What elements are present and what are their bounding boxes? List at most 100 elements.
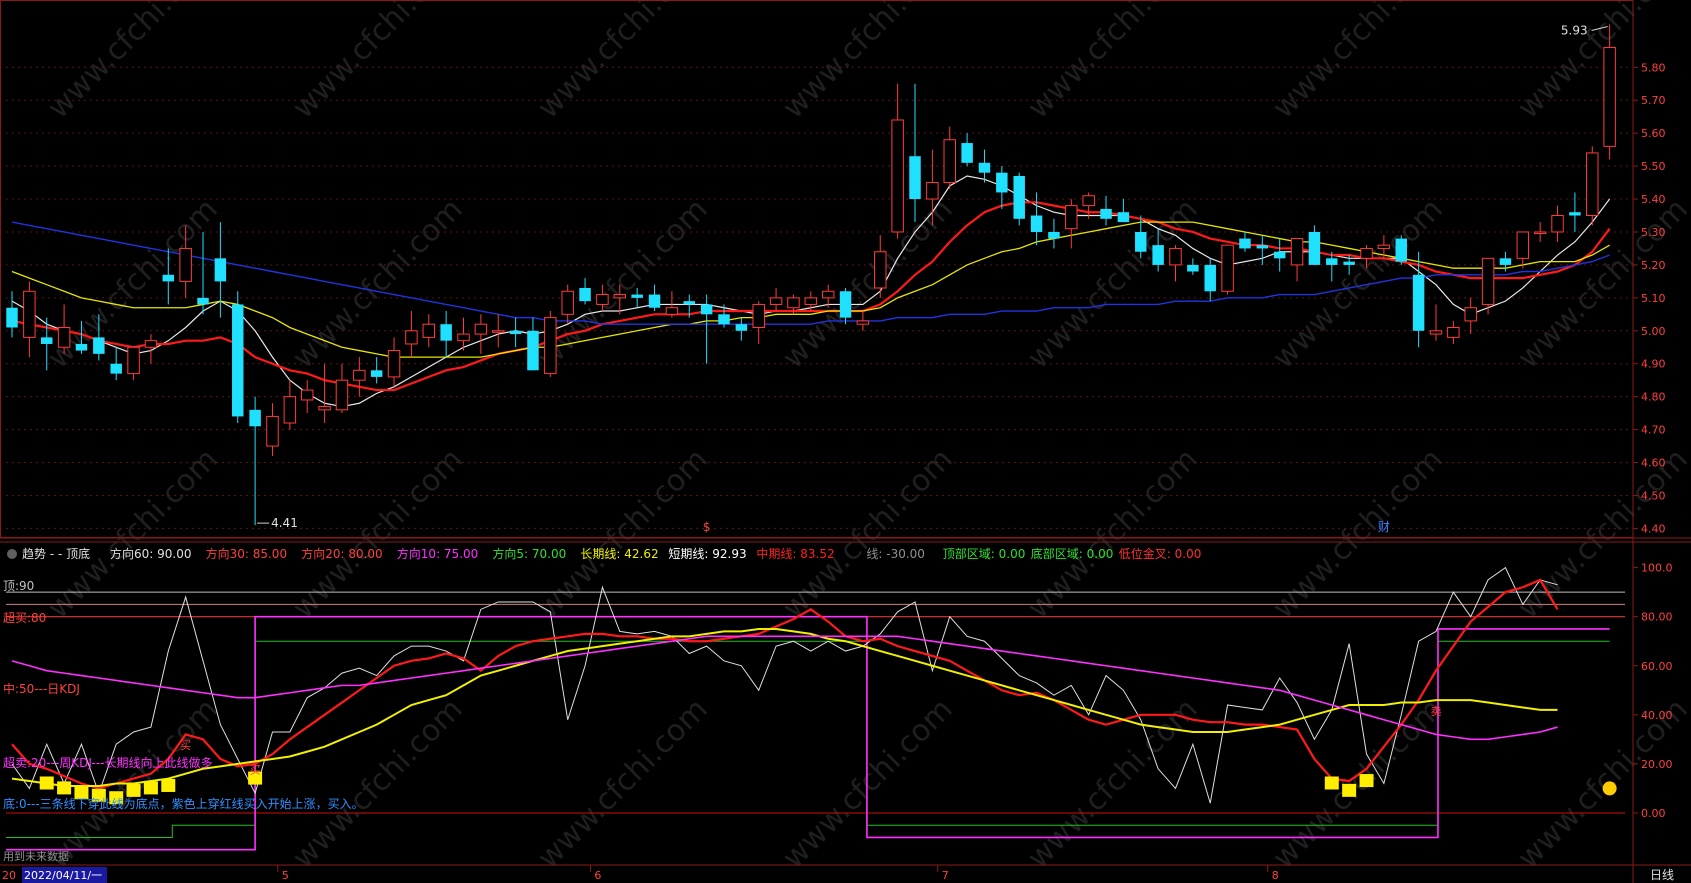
period-label: 日线 bbox=[1650, 868, 1674, 882]
indicator-header-item: 线: -30.00 bbox=[866, 547, 925, 561]
price-tick-label: 5.10 bbox=[1641, 292, 1666, 305]
candle-body-down bbox=[1204, 264, 1216, 292]
candle-body-down bbox=[162, 274, 175, 282]
candle-body-up bbox=[943, 139, 956, 184]
candle-body-down bbox=[93, 337, 105, 354]
signal-char: 卖 bbox=[1430, 705, 1441, 718]
indicator-header-item: 方向5: 70.00 bbox=[492, 546, 566, 561]
candle-body-up bbox=[387, 350, 401, 378]
candle-body-down bbox=[1326, 258, 1338, 265]
indicator-header-item: 长期线: 42.62 bbox=[580, 547, 658, 561]
candle-body-up bbox=[787, 297, 800, 309]
candle-body-down bbox=[6, 307, 18, 328]
candle-body-down bbox=[978, 162, 991, 173]
candle-body-up bbox=[1290, 238, 1304, 266]
candle-body-up bbox=[665, 307, 679, 315]
bottom-signal-square bbox=[143, 781, 158, 795]
candle-body-up bbox=[856, 320, 870, 325]
candle-body-down bbox=[1239, 238, 1251, 249]
candle-body-down bbox=[509, 330, 522, 335]
candle-body-up bbox=[561, 290, 574, 315]
price-tick-label: 4.90 bbox=[1641, 358, 1666, 371]
indicator-level-label: 中:50---日KDJ bbox=[3, 681, 80, 696]
candle-body-down bbox=[909, 156, 921, 200]
price-tick-label: 4.40 bbox=[1641, 522, 1666, 535]
candle-body-up bbox=[353, 369, 366, 381]
candle-body-up bbox=[1516, 231, 1530, 259]
candle-body-down bbox=[214, 258, 227, 282]
candle-body-down bbox=[75, 343, 88, 351]
indicator-header-item: 趋势 - - 顶底 bbox=[22, 546, 90, 561]
price-tick-label: 5.00 bbox=[1641, 325, 1666, 338]
candle-body-down bbox=[370, 370, 383, 377]
candle-body-up bbox=[492, 330, 505, 333]
indicator-level-label: 顶:90 bbox=[3, 579, 34, 593]
indicator-tick-label: 0.00 bbox=[1641, 807, 1666, 820]
candle-body-down bbox=[1152, 245, 1164, 265]
candle-body-down bbox=[683, 301, 695, 305]
candle-body-down bbox=[1256, 245, 1269, 249]
candle-body-up bbox=[752, 303, 765, 328]
candle-body-up bbox=[1533, 231, 1547, 234]
indicator-level-label: 超买:80 bbox=[3, 610, 46, 625]
candle-body-down bbox=[440, 324, 452, 341]
candle-body-up bbox=[1065, 205, 1078, 230]
month-label: 6 bbox=[594, 869, 601, 882]
collapse-toggle-icon[interactable] bbox=[7, 549, 17, 559]
candle-body-up bbox=[1447, 326, 1460, 338]
price-tick-label: 5.70 bbox=[1641, 94, 1666, 107]
indicator-header-item: 顶部区域: 0.00 bbox=[943, 546, 1026, 561]
candle-body-down bbox=[1048, 231, 1060, 239]
price-tick-label: 5.30 bbox=[1641, 226, 1666, 239]
indicator-header-item: 中期线: 83.52 bbox=[756, 546, 834, 561]
candle-body-down bbox=[735, 324, 748, 331]
candle-body-up bbox=[891, 119, 904, 233]
candle-body-up bbox=[300, 389, 314, 401]
candle-body-up bbox=[821, 290, 835, 299]
candle-body-down bbox=[1308, 231, 1321, 265]
indicator-header-item: 方向10: 75.00 bbox=[397, 546, 478, 561]
candle-body-up bbox=[144, 340, 158, 348]
indicator-tick-label: 100.0 bbox=[1641, 562, 1673, 575]
candle-body-up bbox=[613, 294, 627, 299]
candle-body-up bbox=[422, 323, 436, 338]
bottom-signal-square bbox=[1324, 776, 1339, 790]
candle-body-up bbox=[1481, 257, 1495, 305]
candle-body-up bbox=[804, 297, 818, 305]
indicator-tick-label: 40.00 bbox=[1641, 709, 1673, 722]
candle-body-down bbox=[232, 304, 244, 417]
bottom-signal-square bbox=[57, 781, 72, 795]
candle-body-up bbox=[1169, 247, 1182, 266]
indicator-tick-label: 80.00 bbox=[1641, 611, 1673, 624]
candle-body-down bbox=[648, 294, 661, 308]
face-icon bbox=[1602, 781, 1617, 796]
candle-body-down bbox=[1412, 274, 1425, 331]
price-tick-label: 5.50 bbox=[1641, 160, 1666, 173]
candle-body-up bbox=[23, 290, 36, 338]
candle-body-up bbox=[127, 346, 140, 375]
candle-body-up bbox=[405, 330, 418, 345]
event-marker-finance: 财 bbox=[1378, 520, 1390, 534]
candle-body-up bbox=[457, 333, 470, 342]
candle-body-up bbox=[769, 297, 783, 305]
candle-body-down bbox=[961, 143, 973, 163]
candle-body-up bbox=[57, 326, 71, 348]
candle-body-up bbox=[1551, 215, 1564, 233]
candle-body-down bbox=[197, 297, 209, 305]
candle-body-up bbox=[474, 323, 488, 335]
candle-body-down bbox=[1187, 264, 1199, 272]
candle-body-down bbox=[1100, 208, 1112, 219]
price-tick-label: 5.80 bbox=[1641, 61, 1666, 74]
candle-body-down bbox=[718, 314, 730, 325]
candle-body-up bbox=[596, 294, 609, 305]
candle-body-down bbox=[1030, 215, 1043, 232]
price-tick-label: 5.60 bbox=[1641, 127, 1666, 140]
candle-body-up bbox=[874, 251, 887, 289]
candle-body-up bbox=[544, 317, 557, 375]
event-marker-dividend: $ bbox=[703, 520, 711, 534]
candle-body-up bbox=[318, 406, 331, 411]
candle-body-up bbox=[1221, 244, 1234, 292]
candle-body-down bbox=[996, 172, 1008, 193]
candle-body-down bbox=[249, 409, 261, 427]
month-label: 5 bbox=[282, 869, 289, 882]
